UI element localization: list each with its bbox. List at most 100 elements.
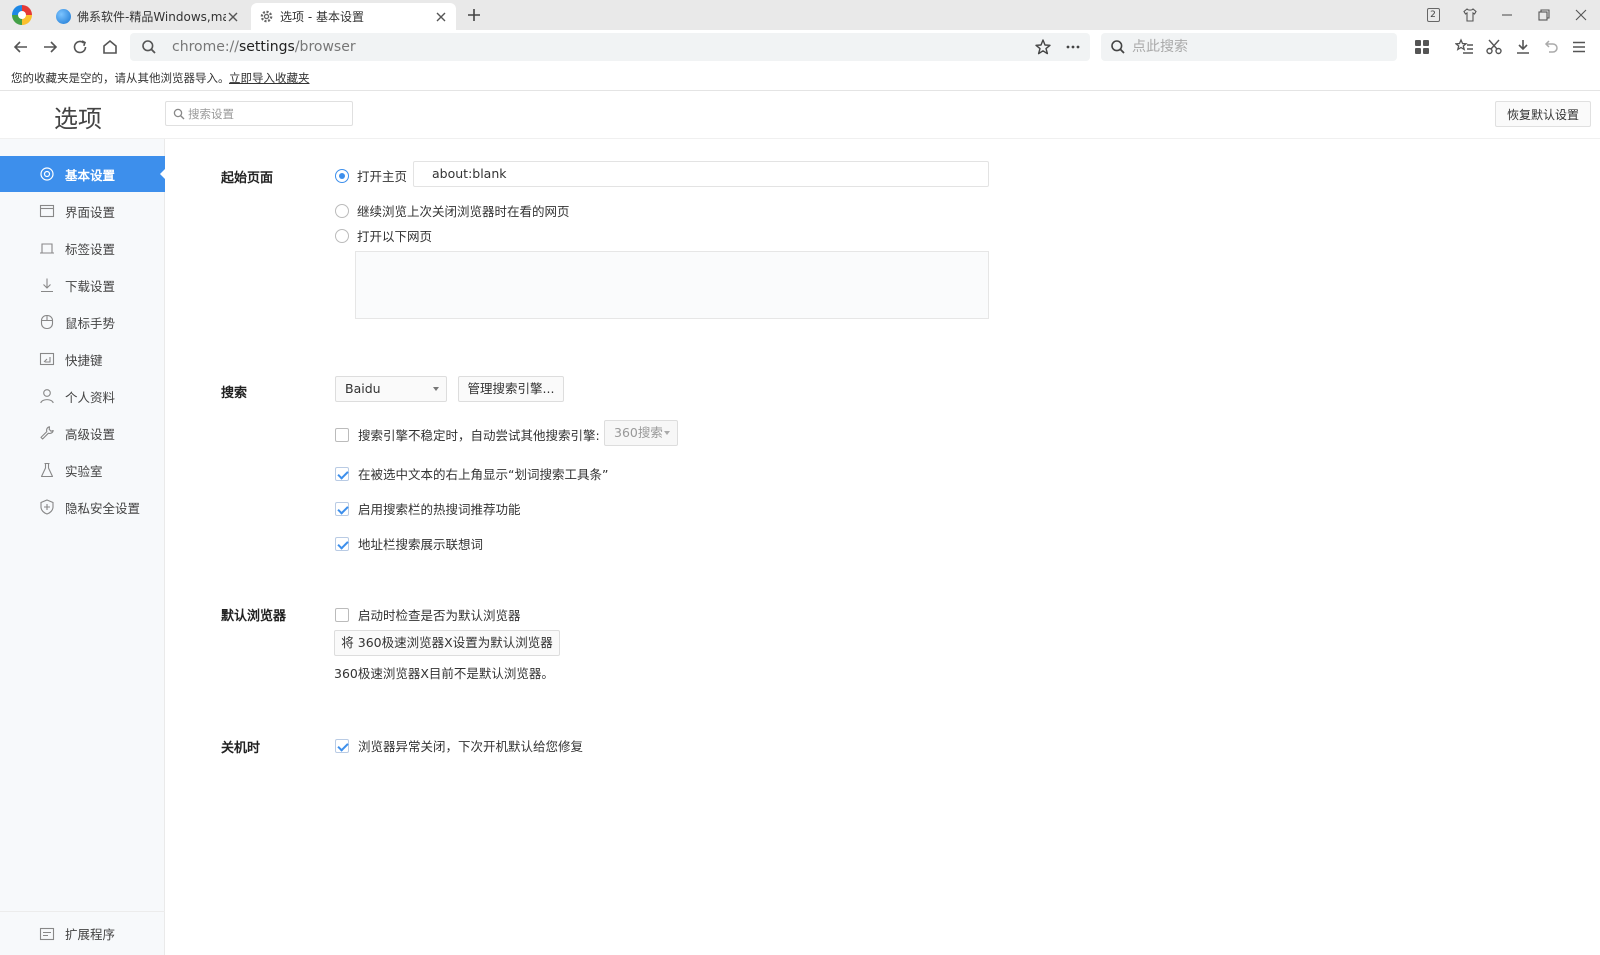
startup-section-label: 起始页面	[221, 171, 274, 186]
sidebar-item-mouse-gestures[interactable]: 鼠标手势	[0, 304, 165, 340]
sidebar-item-advanced[interactable]: 高级设置	[0, 415, 165, 451]
manage-search-engines-button[interactable]: 管理搜索引擎...	[458, 376, 564, 402]
home-icon[interactable]	[100, 37, 120, 57]
open-pages-radio[interactable]	[335, 228, 349, 243]
url-text[interactable]: chrome://settings/browser	[172, 33, 356, 61]
bookmarks-empty-message: 您的收藏夹是空的，请从其他浏览器导入。	[11, 71, 230, 85]
startup-pages-list[interactable]	[355, 251, 989, 319]
apps-grid-icon[interactable]	[1412, 37, 1432, 57]
sidebar-item-interface[interactable]: 界面设置	[0, 193, 165, 229]
check-default-option[interactable]: 启动时检查是否为默认浏览器	[335, 605, 521, 624]
reset-defaults-button[interactable]: 恢复默认设置	[1495, 101, 1591, 127]
sidebar-item-extensions[interactable]: 扩展程序	[0, 911, 165, 955]
close-window-button[interactable]	[1570, 4, 1592, 26]
sidebar-item-privacy[interactable]: 隐私安全设置	[0, 489, 165, 525]
tab-settings[interactable]: 选项 - 基本设置	[251, 3, 456, 30]
tab-fox-software[interactable]: 佛系软件-精品Windows,mac	[48, 3, 248, 30]
fallback-engine-option[interactable]: 搜索引擎不稳定时，自动尝试其他搜索引擎:	[335, 425, 600, 444]
bookmark-star-icon[interactable]	[1034, 38, 1052, 56]
settings-header: 选项 恢复默认设置	[0, 91, 1600, 139]
import-bookmarks-link[interactable]: 立即导入收藏夹	[229, 70, 310, 86]
check-default-checkbox[interactable]	[335, 607, 349, 622]
settings-search-input[interactable]	[188, 104, 348, 123]
tab-icon	[39, 240, 55, 256]
restore-button[interactable]	[1533, 4, 1555, 26]
open-home-radio[interactable]	[335, 168, 349, 183]
crash-restore-checkbox[interactable]	[335, 738, 349, 753]
favorites-list-icon[interactable]	[1455, 37, 1475, 57]
home-url-field[interactable]: about:blank	[413, 161, 989, 187]
sidebar-item-tabs[interactable]: 标签设置	[0, 230, 165, 266]
fallback-engine-value: 360搜索	[614, 425, 663, 440]
address-bar[interactable]: chrome://settings/browser	[130, 33, 1090, 61]
scissors-screenshot-icon[interactable]	[1484, 37, 1504, 57]
reload-icon[interactable]	[70, 37, 90, 57]
forward-arrow-icon[interactable]	[40, 37, 60, 57]
sidebar-item-downloads[interactable]: 下载设置	[0, 267, 165, 303]
settings-search[interactable]	[165, 101, 353, 126]
window-icon	[39, 203, 55, 219]
close-icon[interactable]	[434, 10, 448, 24]
browser-toolbar: chrome://settings/browser 点此搜索	[0, 30, 1600, 64]
tab-title: 选项 - 基本设置	[280, 10, 364, 24]
sidebar-item-profile[interactable]: 个人资料	[0, 378, 165, 414]
suggestions-label: 地址栏搜索展示联想词	[358, 537, 484, 552]
bookmark-bar: 您的收藏夹是空的，请从其他浏览器导入。 立即导入收藏夹	[0, 64, 1600, 91]
gear-icon	[39, 166, 55, 182]
sidebar-item-lab[interactable]: 实验室	[0, 452, 165, 488]
hot-words-option[interactable]: 启用搜索栏的热搜词推荐功能	[335, 499, 521, 518]
menu-hamburger-icon[interactable]	[1569, 37, 1589, 57]
flask-icon	[39, 462, 55, 478]
minimize-button[interactable]	[1496, 4, 1518, 26]
selection-toolbar-option[interactable]: 在被选中文本的右上角显示“划词搜索工具条”	[335, 464, 608, 483]
selection-toolbar-checkbox[interactable]	[335, 466, 349, 481]
search-icon	[141, 39, 157, 55]
new-tab-plus-icon[interactable]	[464, 5, 484, 25]
tab-count-button[interactable]: 2	[1422, 4, 1444, 26]
fallback-engine-checkbox[interactable]	[335, 427, 349, 442]
startup-open-home-option[interactable]: 打开主页	[335, 166, 407, 185]
search-icon	[1110, 39, 1126, 55]
close-icon[interactable]	[226, 10, 240, 24]
site-favicon-icon	[56, 9, 71, 24]
skin-shirt-icon[interactable]	[1459, 4, 1481, 26]
download-icon	[39, 277, 55, 293]
browser-logo-icon[interactable]	[12, 5, 32, 25]
sidebar-item-basic[interactable]: 基本设置	[0, 156, 166, 192]
crash-restore-label: 浏览器异常关闭，下次开机默认给您修复	[358, 739, 584, 754]
hot-words-checkbox[interactable]	[335, 501, 349, 516]
sidebar-item-label: 下载设置	[65, 278, 116, 294]
wrench-icon	[39, 425, 55, 441]
web-search-placeholder: 点此搜索	[1132, 39, 1188, 55]
suggestions-option[interactable]: 地址栏搜索展示联想词	[335, 534, 483, 553]
chevron-down-icon	[433, 387, 439, 391]
shutdown-section-label: 关机时	[221, 741, 261, 756]
web-search-box[interactable]: 点此搜索	[1101, 33, 1397, 61]
sidebar-item-label: 实验室	[65, 463, 103, 479]
startup-continue-option[interactable]: 继续浏览上次关闭浏览器时在看的网页	[335, 201, 570, 220]
check-default-label: 启动时检查是否为默认浏览器	[358, 608, 521, 623]
search-engine-value: Baidu	[345, 381, 381, 396]
sidebar-item-label: 基本设置	[65, 167, 116, 183]
fallback-engine-label: 搜索引擎不稳定时，自动尝试其他搜索引擎:	[358, 428, 600, 443]
search-engine-select[interactable]: Baidu	[335, 376, 447, 402]
shield-icon	[39, 499, 55, 515]
crash-restore-option[interactable]: 浏览器异常关闭，下次开机默认给您修复	[335, 736, 583, 755]
gear-icon	[259, 9, 274, 24]
sidebar-item-label: 快捷键	[65, 352, 103, 368]
set-default-browser-button[interactable]: 将 360极速浏览器X设置为默认浏览器	[334, 630, 560, 656]
undo-closed-tab-icon[interactable]	[1541, 37, 1561, 57]
fallback-engine-select[interactable]: 360搜索	[604, 420, 678, 446]
download-icon[interactable]	[1513, 37, 1533, 57]
continue-last-radio[interactable]	[335, 203, 349, 218]
more-dots-icon[interactable]	[1064, 38, 1082, 56]
sidebar-item-label: 高级设置	[65, 426, 116, 442]
sidebar-item-shortcuts[interactable]: 快捷键	[0, 341, 165, 377]
open-home-label: 打开主页	[357, 169, 408, 184]
back-arrow-icon[interactable]	[11, 37, 31, 57]
tab-count-badge: 2	[1426, 8, 1440, 22]
startup-open-pages-option[interactable]: 打开以下网页	[335, 226, 432, 245]
settings-sidebar: 基本设置 界面设置 标签设置 下载设置 鼠标手势 快捷键 个人资料 高级设置 实…	[0, 139, 166, 955]
suggestions-checkbox[interactable]	[335, 536, 349, 551]
user-icon	[39, 388, 55, 404]
